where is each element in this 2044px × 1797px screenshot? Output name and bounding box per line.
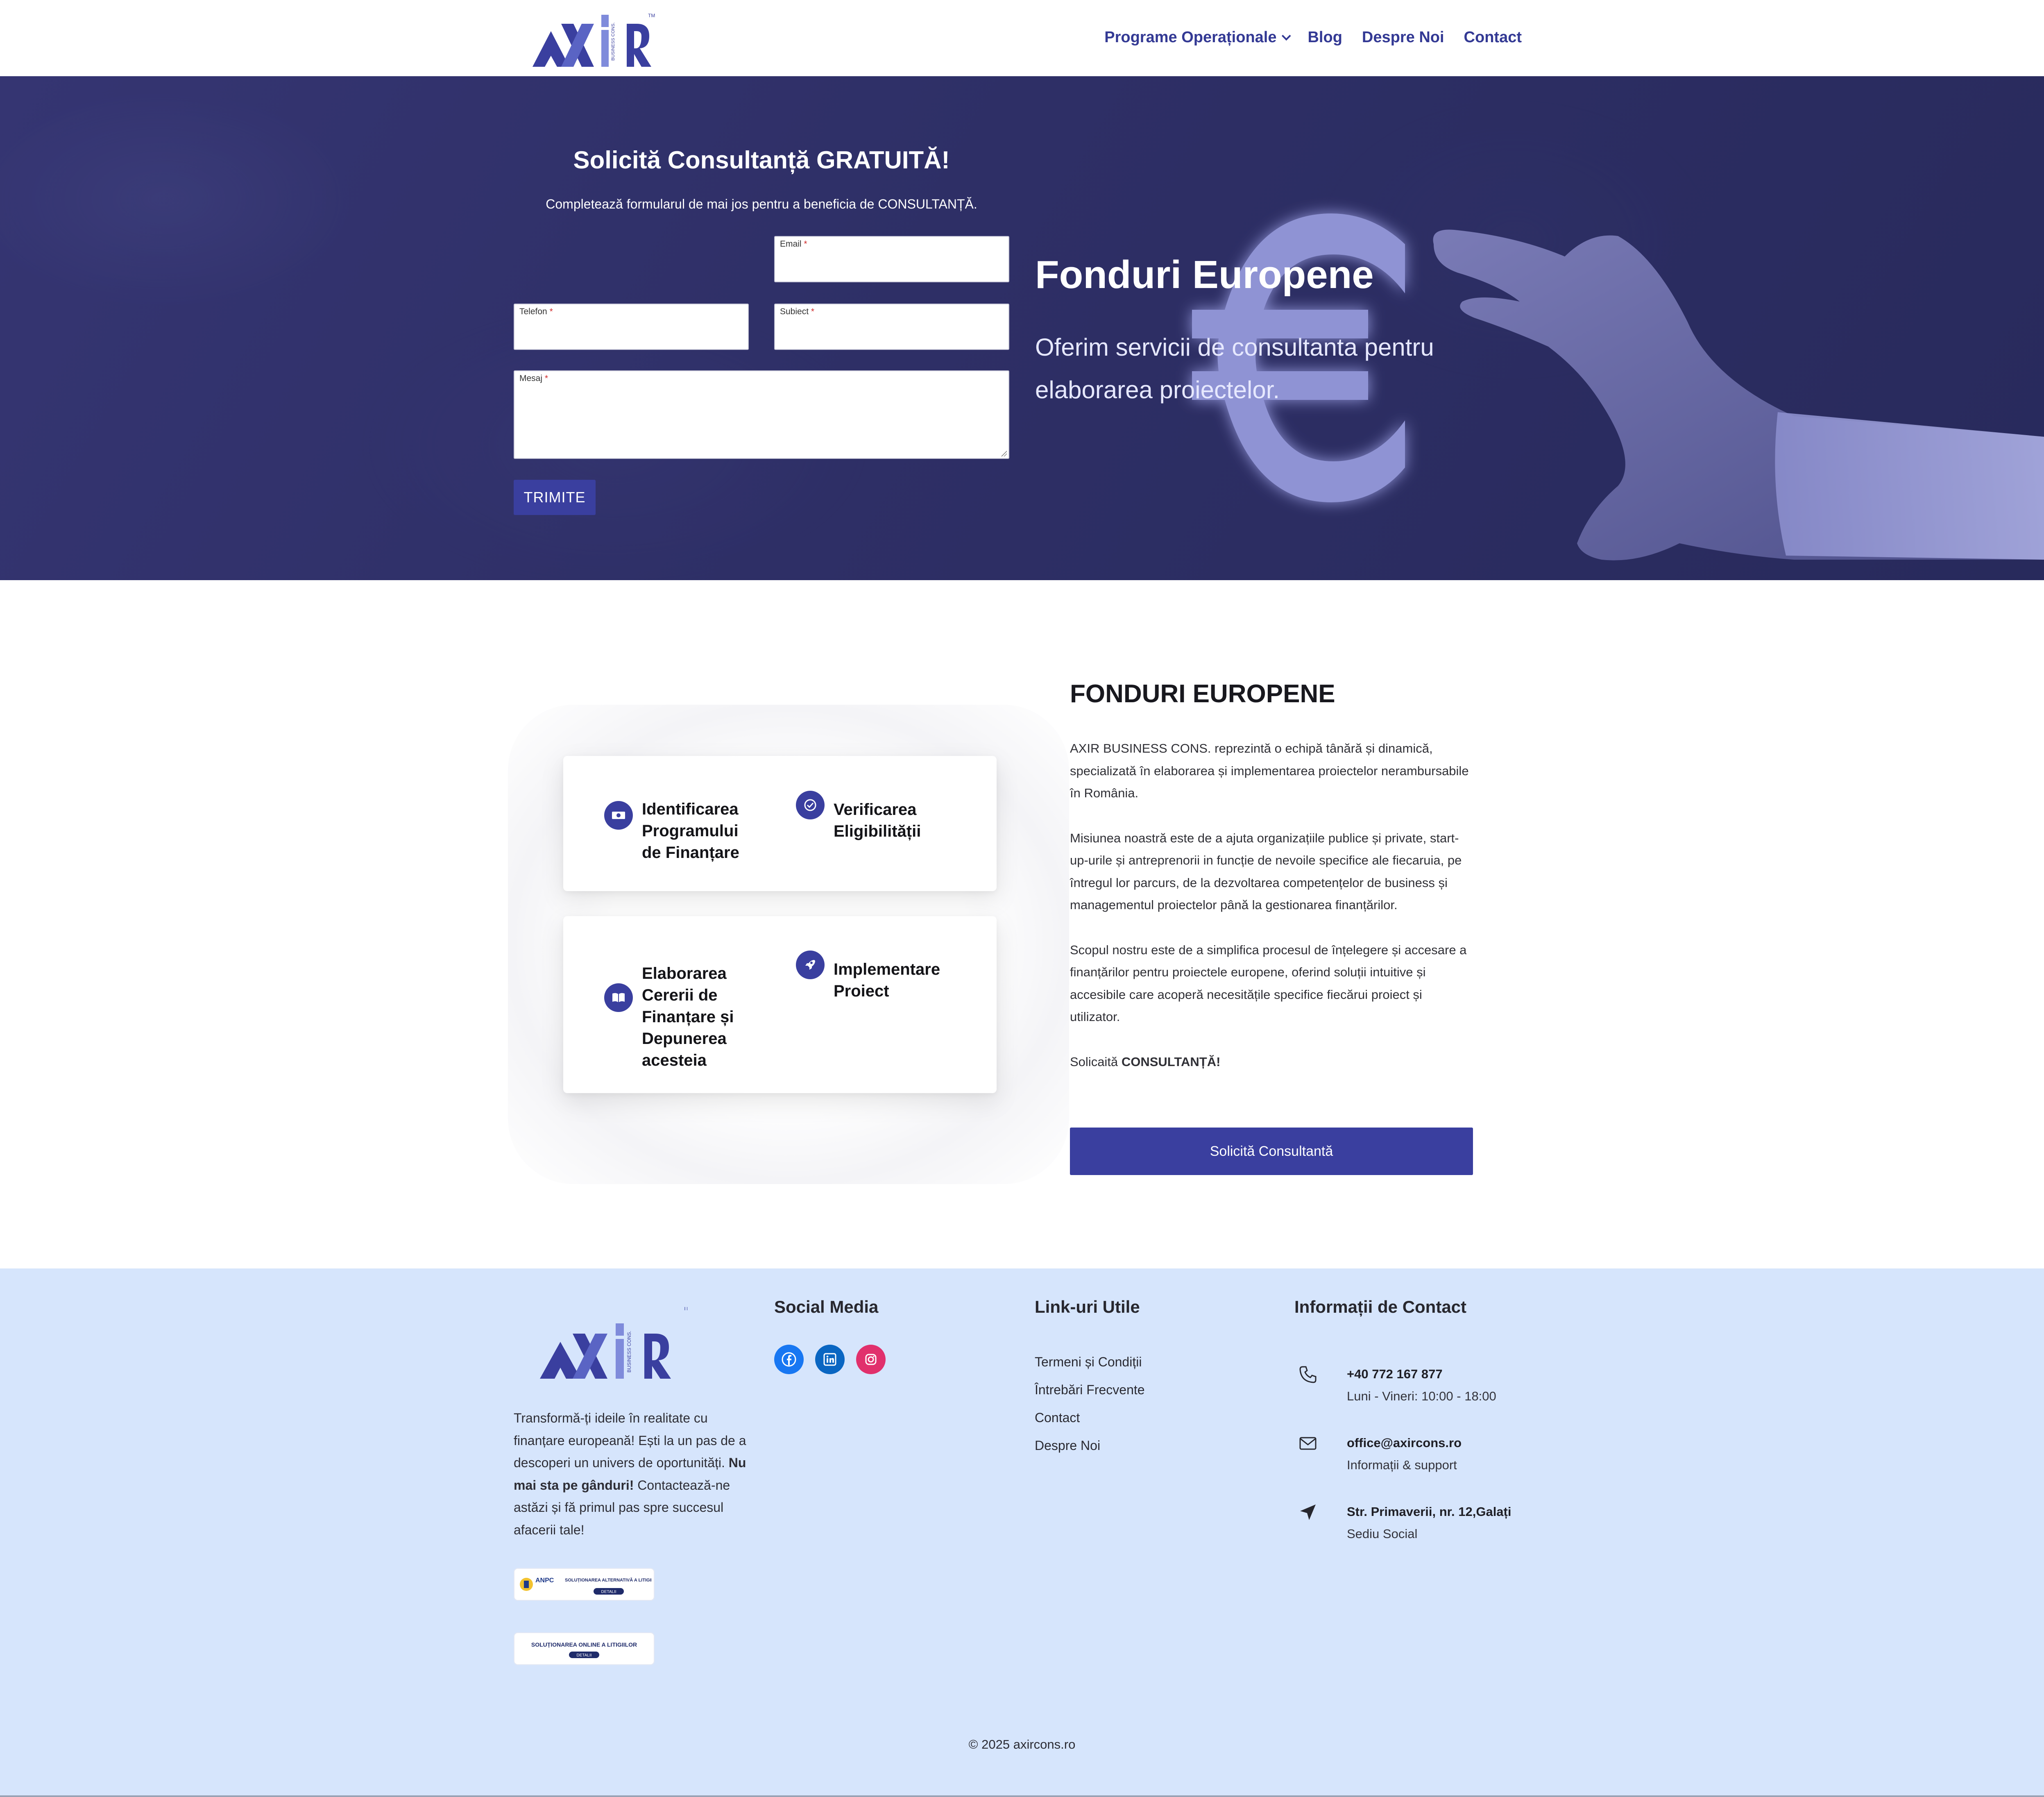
mail-icon (1299, 1437, 1317, 1450)
svg-text:TM: TM (648, 13, 655, 18)
section-title: FONDURI EUROPENE (1070, 680, 1335, 708)
feature-verificarea: Verificarea Eligibilității (796, 791, 940, 842)
nav-programe-label: Programe Operaționale (1104, 29, 1277, 46)
svg-text:DETALII: DETALII (576, 1653, 591, 1658)
hand-image (1433, 229, 2044, 560)
nav-despre-noi[interactable]: Despre Noi (1362, 29, 1444, 46)
feature-implementare: Implementare Proiect (796, 951, 940, 1002)
copyright: © 2025 axircons.ro (968, 1737, 1076, 1752)
telefon-label: Telefon * (519, 307, 553, 316)
footer-logo[interactable]: BUSINESS CONS. TM (540, 1305, 691, 1385)
anpc-logo-icon: ANPC SOLUȚIONAREA ALTERNATIVĂ A LITIGIIL… (520, 1577, 652, 1595)
chevron-down-icon (1282, 31, 1292, 41)
subiect-field[interactable]: Subiect * (774, 304, 1009, 350)
submit-button[interactable]: TRIMITE (514, 480, 596, 515)
linkedin-icon[interactable] (815, 1345, 845, 1374)
solicita-consultanta-button[interactable]: Solicită Consultantă (1070, 1128, 1473, 1175)
svg-text:TM: TM (683, 1307, 687, 1311)
resize-handle-icon[interactable] (1001, 451, 1007, 456)
email-address[interactable]: office@axircons.ro (1347, 1436, 1462, 1450)
about-cta-text: Solicaită CONSULTANȚĂ! (1070, 1054, 1221, 1069)
about-paragraph: AXIR BUSINESS CONS. reprezintă o echipă … (1070, 741, 1469, 800)
mesaj-textarea[interactable]: Mesaj * (514, 370, 1009, 459)
nav-contact[interactable]: Contact (1464, 29, 1522, 46)
phone-icon (1299, 1366, 1317, 1383)
feature-label: Implementare Proiect (834, 960, 940, 1000)
feature-label: Verificarea Eligibilității (834, 801, 921, 840)
site-footer (0, 1268, 2044, 1797)
address: Str. Primaverii, nr. 12,Galați (1347, 1504, 1511, 1519)
phone-number[interactable]: +40 772 167 877 (1347, 1367, 1443, 1382)
svg-text:DETALII: DETALII (601, 1590, 616, 1594)
hero-section: Solicită Consultanță GRATUITĂ! Completea… (0, 76, 2044, 580)
about-paragraph: Scopul nostru este de a simplifica proce… (1070, 942, 1467, 1024)
book-icon (604, 983, 633, 1012)
link-intrebari[interactable]: Întrebări Frecvente (1035, 1376, 1145, 1404)
anpc-sal-badge[interactable]: ANPC SOLUȚIONAREA ALTERNATIVĂ A LITIGIIL… (514, 1568, 655, 1601)
social-title: Social Media (774, 1297, 879, 1316)
email-info: Informații & support (1347, 1458, 1457, 1472)
address-label: Sediu Social (1347, 1527, 1418, 1541)
subiect-label: Subiect * (780, 307, 815, 316)
feature-label: Elaborarea Cererii de Finanțare și Depun… (642, 964, 734, 1069)
check-badge-icon (796, 791, 825, 819)
contact-title: Informații de Contact (1294, 1297, 1467, 1316)
feature-elaborarea: Elaborarea Cererii de Finanțare și Depun… (604, 964, 748, 1071)
links-title: Link-uri Utile (1035, 1297, 1140, 1316)
instagram-icon[interactable] (856, 1345, 886, 1374)
link-contact[interactable]: Contact (1035, 1404, 1145, 1432)
site-logo[interactable]: BUSINESS CONS. TM (533, 11, 655, 69)
social-links (774, 1345, 886, 1374)
axir-logo-icon: BUSINESS CONS. TM (533, 13, 655, 67)
nav-programe[interactable]: Programe Operaționale (1104, 29, 1292, 46)
link-despre-noi[interactable]: Despre Noi (1035, 1432, 1145, 1459)
email-field[interactable]: Email * (774, 236, 1009, 282)
nav-blog[interactable]: Blog (1308, 29, 1342, 46)
useful-links: Termeni și Condiții Întrebări Frecvente … (1035, 1348, 1145, 1459)
axir-logo-icon: BUSINESS CONS. TM (540, 1305, 691, 1379)
rocket-icon (796, 951, 825, 979)
svg-text:SOLUȚIONAREA ONLINE A LITIGIIL: SOLUȚIONAREA ONLINE A LITIGIILOR (531, 1641, 637, 1648)
form-subtitle: Completează formularul de mai jos pentru… (546, 197, 977, 211)
svg-text:SOLUȚIONAREA ALTERNATIVĂ A LIT: SOLUȚIONAREA ALTERNATIVĂ A LITIGIILOR (565, 1577, 652, 1583)
feature-identificarea: Identificarea Programului de Finanțare (604, 800, 748, 864)
contact-address: Str. Primaverii, nr. 12,Galați Sediu Soc… (1298, 1502, 1511, 1547)
feature-label: Identificarea Programului de Finanțare (642, 800, 739, 862)
footer-about: Transformă-ți ideile în realitate cu fin… (514, 1411, 746, 1537)
sol-badge[interactable]: SOLUȚIONAREA ONLINE A LITIGIILOR DETALII (514, 1632, 655, 1665)
phone-hours: Luni - Vineri: 10:00 - 18:00 (1347, 1389, 1496, 1403)
form-title: Solicită Consultanță GRATUITĂ! (573, 146, 950, 174)
svg-text:ANPC: ANPC (535, 1577, 554, 1584)
money-icon (604, 801, 633, 830)
about-paragraph: Misiunea noastră este de a ajuta organiz… (1070, 830, 1462, 912)
location-icon (1300, 1504, 1316, 1520)
hero-subtitle: Oferim servicii de consultanta pentru el… (1035, 334, 1434, 404)
hero-title: Fonduri Europene (1035, 253, 1374, 297)
email-label: Email * (780, 239, 807, 249)
main-nav: Programe Operaționale Blog Despre Noi Co… (1104, 29, 1522, 46)
site-header: BUSINESS CONS. TM Programe Operaționale … (0, 0, 2044, 76)
contact-phone: +40 772 167 877 Luni - Vineri: 10:00 - 1… (1298, 1364, 1511, 1409)
contact-email: office@axircons.ro Informații & support (1298, 1433, 1511, 1478)
telefon-field[interactable]: Telefon * (514, 304, 749, 350)
svg-text:BUSINESS CONS.: BUSINESS CONS. (626, 1331, 632, 1373)
footer-divider (0, 1795, 2044, 1797)
about-text: AXIR BUSINESS CONS. reprezintă o echipă … (1070, 737, 1475, 1096)
svg-text:BUSINESS CONS.: BUSINESS CONS. (611, 22, 616, 61)
link-termeni[interactable]: Termeni și Condiții (1035, 1348, 1145, 1376)
facebook-icon[interactable] (774, 1345, 804, 1374)
mesaj-label: Mesaj * (519, 374, 548, 383)
sol-logo-icon: SOLUȚIONAREA ONLINE A LITIGIILOR DETALII (531, 1641, 637, 1658)
